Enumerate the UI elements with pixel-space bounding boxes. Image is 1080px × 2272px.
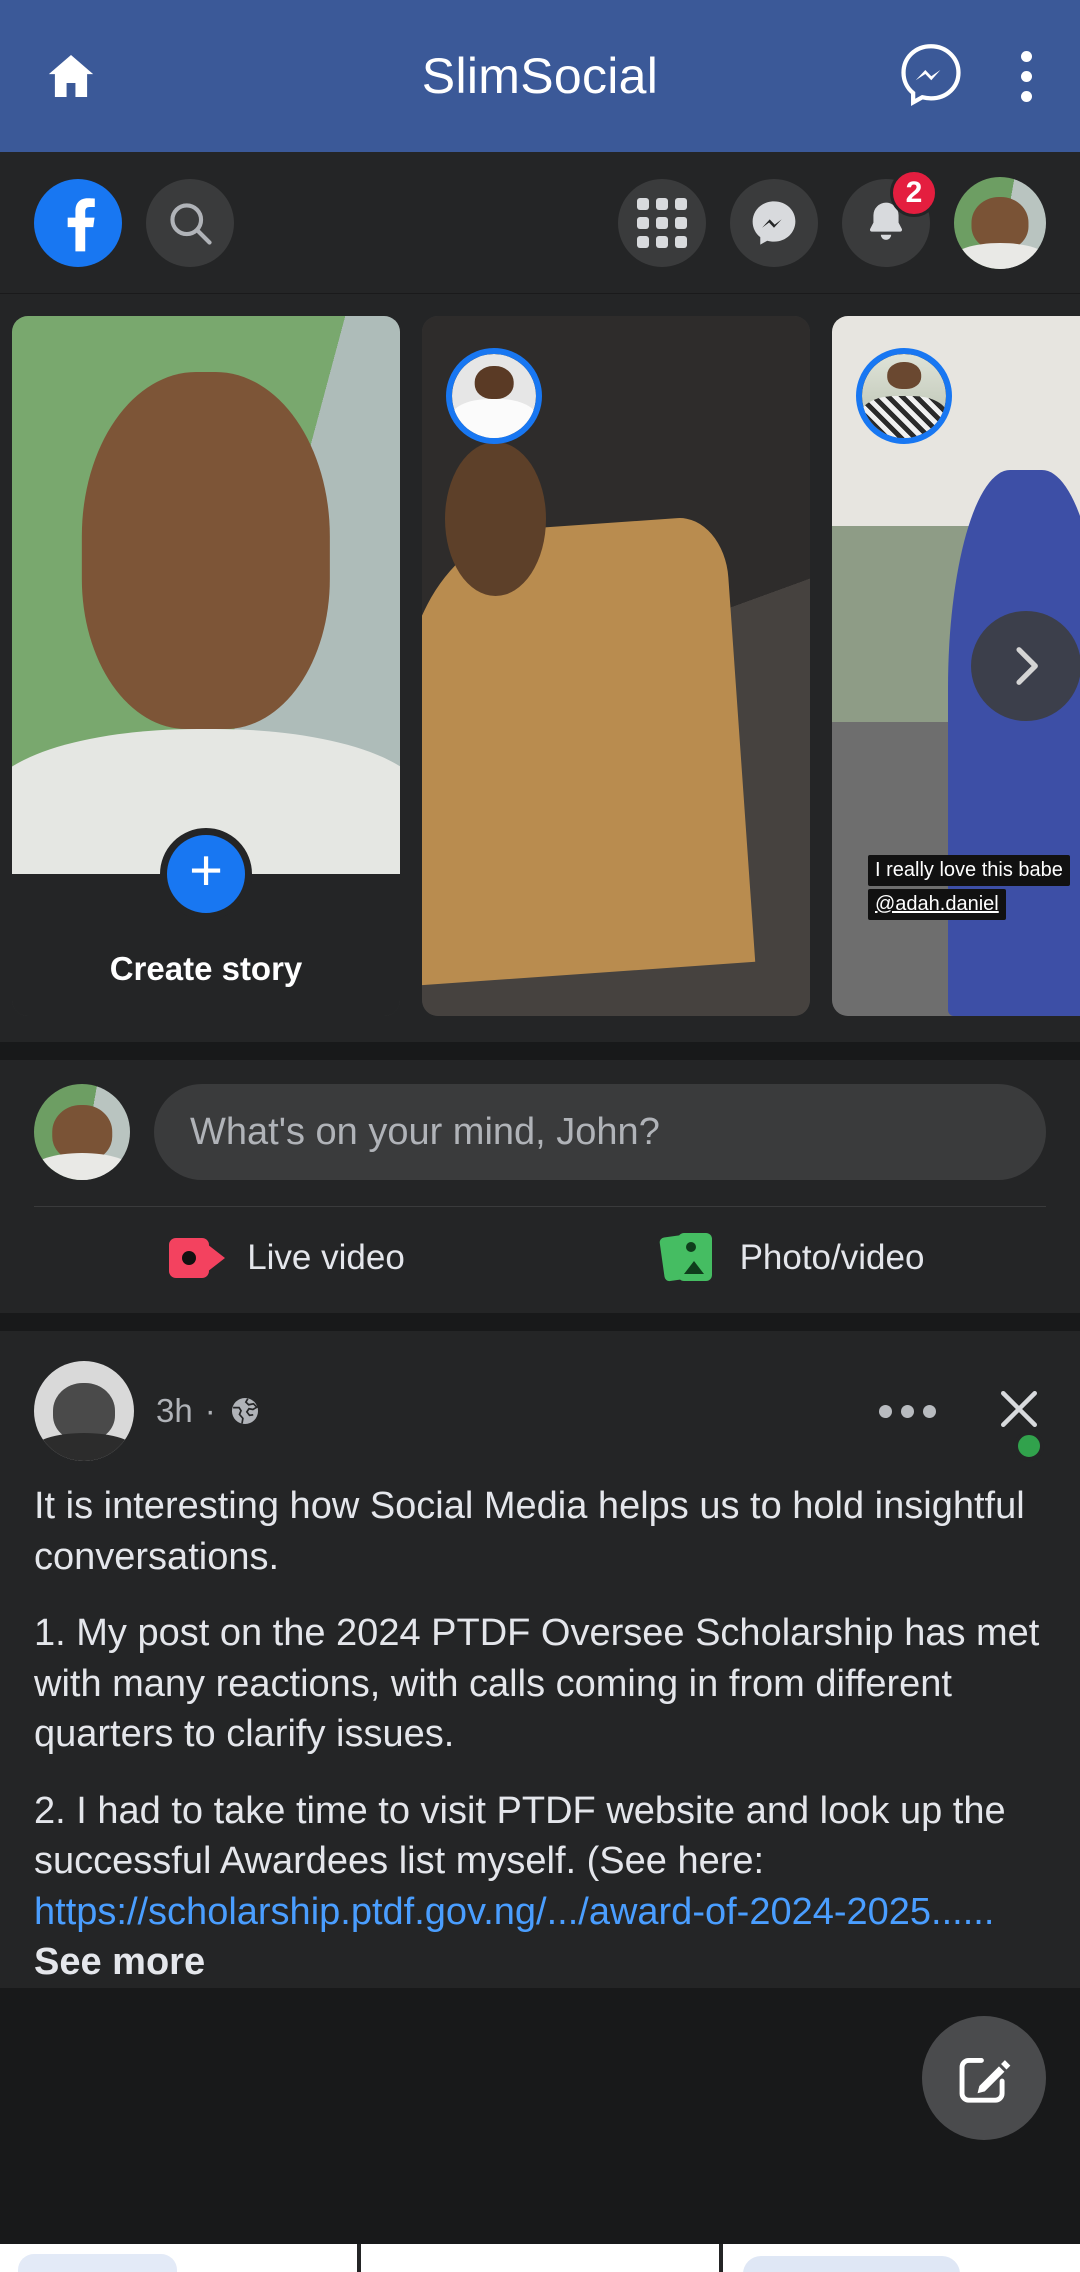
compose-icon	[959, 2057, 1011, 2103]
post-close-button[interactable]	[992, 1382, 1046, 1441]
home-button[interactable]	[34, 48, 108, 104]
story-caption: I really love this babe @adah.daniel	[868, 855, 1070, 920]
notifications-button[interactable]: 2	[842, 168, 938, 267]
post-more-options-button[interactable]	[867, 1393, 948, 1430]
story-card[interactable]	[422, 316, 810, 1016]
post-composer: What's on your mind, John? Live video Ph…	[0, 1060, 1080, 1313]
post-header: 3h ·	[34, 1359, 1046, 1463]
section-divider	[0, 1313, 1080, 1331]
photo-video-icon	[658, 1233, 718, 1283]
feed-post: 3h · It is interesting how Social Media …	[0, 1331, 1080, 1988]
see-more-button[interactable]: See more	[34, 1941, 205, 1983]
home-icon	[48, 55, 94, 97]
close-icon	[1001, 1390, 1037, 1427]
post-image[interactable]	[0, 2244, 358, 2272]
globe-icon[interactable]	[228, 1394, 262, 1428]
search-icon	[170, 202, 212, 245]
post-meta-separator: ·	[204, 1392, 216, 1429]
story-caption-line1: I really love this babe	[868, 855, 1070, 886]
grid-menu-icon	[637, 197, 687, 248]
menu-grid-button[interactable]	[618, 178, 706, 267]
create-story-label: Create story	[109, 950, 303, 987]
create-story-card[interactable]: + Create story	[12, 316, 400, 1016]
story-author-avatar	[446, 348, 542, 444]
more-options-icon	[879, 1404, 892, 1418]
section-divider	[0, 1042, 1080, 1060]
photo-video-label: Photo/video	[739, 1238, 925, 1277]
post-image[interactable]	[361, 2244, 719, 2272]
messenger-nav-button[interactable]	[730, 178, 818, 267]
story-caption-line2: @adah.daniel	[868, 889, 1006, 920]
post-paragraph: 1. My post on the 2024 PTDF Oversee Scho…	[34, 1612, 1040, 1756]
plus-icon: +	[189, 837, 223, 903]
composer-avatar[interactable]	[34, 1084, 130, 1180]
profile-avatar-button[interactable]	[954, 176, 1046, 269]
live-video-button[interactable]: Live video	[34, 1233, 540, 1283]
online-status-indicator	[1014, 1431, 1044, 1461]
kebab-dot	[1021, 70, 1032, 82]
kebab-dot	[1021, 50, 1032, 62]
post-timestamp: 3h	[156, 1392, 193, 1429]
messenger-icon	[752, 200, 796, 245]
stories-next-button[interactable]	[971, 611, 1080, 721]
avatar	[954, 176, 1046, 269]
chevron-right-icon	[1016, 647, 1038, 685]
post-attachment-images	[0, 2244, 1080, 2272]
overflow-menu-button[interactable]	[1007, 43, 1046, 110]
facebook-logo-button[interactable]	[34, 178, 122, 267]
facebook-f-icon	[67, 197, 95, 251]
create-story-thumbnail	[12, 316, 400, 874]
messenger-button[interactable]	[897, 40, 965, 113]
search-button[interactable]	[146, 178, 234, 267]
app-title-bar: SlimSocial	[0, 0, 1080, 152]
post-author-avatar[interactable]	[34, 1361, 134, 1461]
stories-tray: + Create story I really love this babe @…	[0, 294, 1080, 1042]
live-video-icon	[169, 1238, 226, 1278]
stories-scroller[interactable]: + Create story I really love this babe @…	[0, 316, 1080, 1016]
kebab-dot	[1021, 90, 1032, 102]
post-link[interactable]: https://scholarship.ptdf.gov.ng/.../awar…	[34, 1891, 994, 1933]
notification-badge: 2	[890, 168, 938, 217]
compose-fab-button[interactable]	[922, 2016, 1046, 2140]
live-video-label: Live video	[247, 1238, 405, 1277]
post-paragraph-text: 2. I had to take time to visit PTDF webs…	[34, 1789, 1006, 1883]
photo-video-button[interactable]: Photo/video	[540, 1233, 1046, 1283]
post-image[interactable]	[722, 2244, 1080, 2272]
composer-input[interactable]: What's on your mind, John?	[154, 1084, 1046, 1180]
post-paragraph-with-link: 2. I had to take time to visit PTDF webs…	[34, 1786, 1046, 1988]
post-paragraph: It is interesting how Social Media helps…	[34, 1485, 1025, 1578]
messenger-icon	[901, 43, 961, 106]
create-story-plus-button[interactable]: +	[160, 828, 252, 920]
post-body: It is interesting how Social Media helps…	[34, 1463, 1046, 1988]
story-card[interactable]: I really love this babe @adah.daniel	[832, 316, 1080, 1016]
facebook-nav-bar: 2	[0, 152, 1080, 294]
story-author-avatar	[856, 348, 952, 444]
